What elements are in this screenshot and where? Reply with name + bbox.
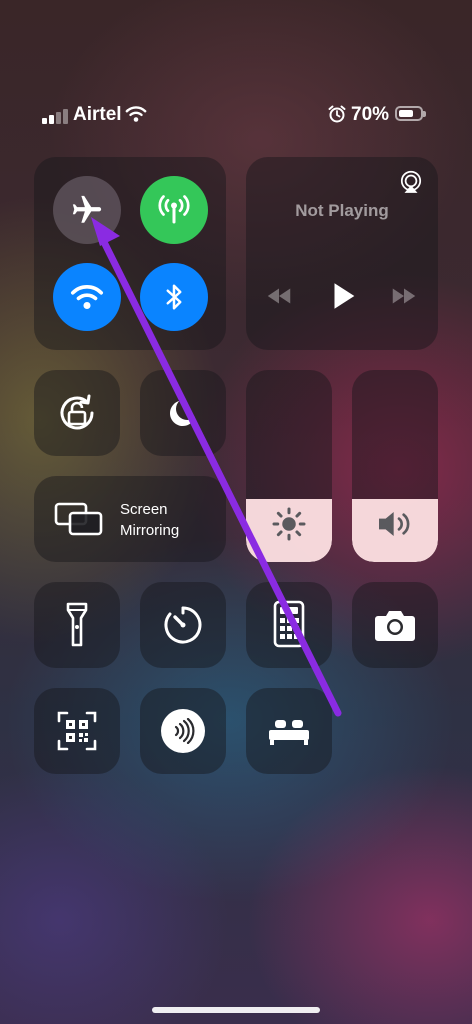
sleep-bed-icon xyxy=(269,720,309,745)
cellular-data-button[interactable] xyxy=(140,176,208,244)
battery-percentage: 70% xyxy=(351,104,390,125)
qr-code-scanner-button[interactable] xyxy=(34,688,120,774)
qr-code-scanner-icon xyxy=(57,711,97,751)
nfc-button[interactable] xyxy=(140,688,226,774)
calculator-icon xyxy=(273,600,305,648)
rotation-lock-button[interactable] xyxy=(34,370,120,456)
home-indicator[interactable] xyxy=(152,1007,320,1013)
bluetooth-button[interactable] xyxy=(140,263,208,331)
airplay-icon[interactable] xyxy=(398,169,424,195)
volume-slider[interactable] xyxy=(352,370,438,562)
airplane-icon xyxy=(72,195,102,223)
battery-icon xyxy=(395,106,426,121)
alarm-icon xyxy=(328,105,346,123)
nfc-icon xyxy=(161,709,205,753)
sun-icon xyxy=(272,507,306,541)
airplane-mode-button[interactable] xyxy=(53,176,121,244)
sleep-button[interactable] xyxy=(246,688,332,774)
rotation-lock-icon xyxy=(60,394,94,430)
signal-icon xyxy=(42,108,70,124)
now-playing-label: Not Playing xyxy=(295,201,389,220)
timer-button[interactable] xyxy=(140,582,226,668)
wifi-button[interactable] xyxy=(53,263,121,331)
flashlight-icon xyxy=(66,602,88,647)
screen-mirroring-label: Screen Mirroring xyxy=(120,501,180,539)
screen-mirroring-icon xyxy=(54,502,103,536)
wifi-icon xyxy=(70,285,104,310)
wifi-icon xyxy=(125,106,147,122)
focus-button[interactable] xyxy=(140,370,226,456)
speaker-icon xyxy=(379,512,410,536)
status-bar: Airtel 70% xyxy=(0,96,472,136)
fast-forward-icon[interactable] xyxy=(389,281,419,311)
brightness-slider[interactable] xyxy=(246,370,332,562)
now-playing-module[interactable]: Not Playing xyxy=(246,157,438,350)
bluetooth-icon xyxy=(166,284,182,310)
camera-icon xyxy=(375,611,415,641)
antenna-icon xyxy=(158,195,190,224)
rewind-icon[interactable] xyxy=(264,281,294,311)
camera-button[interactable] xyxy=(352,582,438,668)
connectivity-module xyxy=(34,157,226,350)
calculator-button[interactable] xyxy=(246,582,332,668)
screen-mirroring-button[interactable]: Screen Mirroring xyxy=(34,476,226,562)
moon-icon xyxy=(169,401,195,427)
play-icon[interactable] xyxy=(326,278,360,314)
timer-icon xyxy=(164,606,202,644)
flashlight-button[interactable] xyxy=(34,582,120,668)
carrier-name: Airtel xyxy=(73,104,122,125)
